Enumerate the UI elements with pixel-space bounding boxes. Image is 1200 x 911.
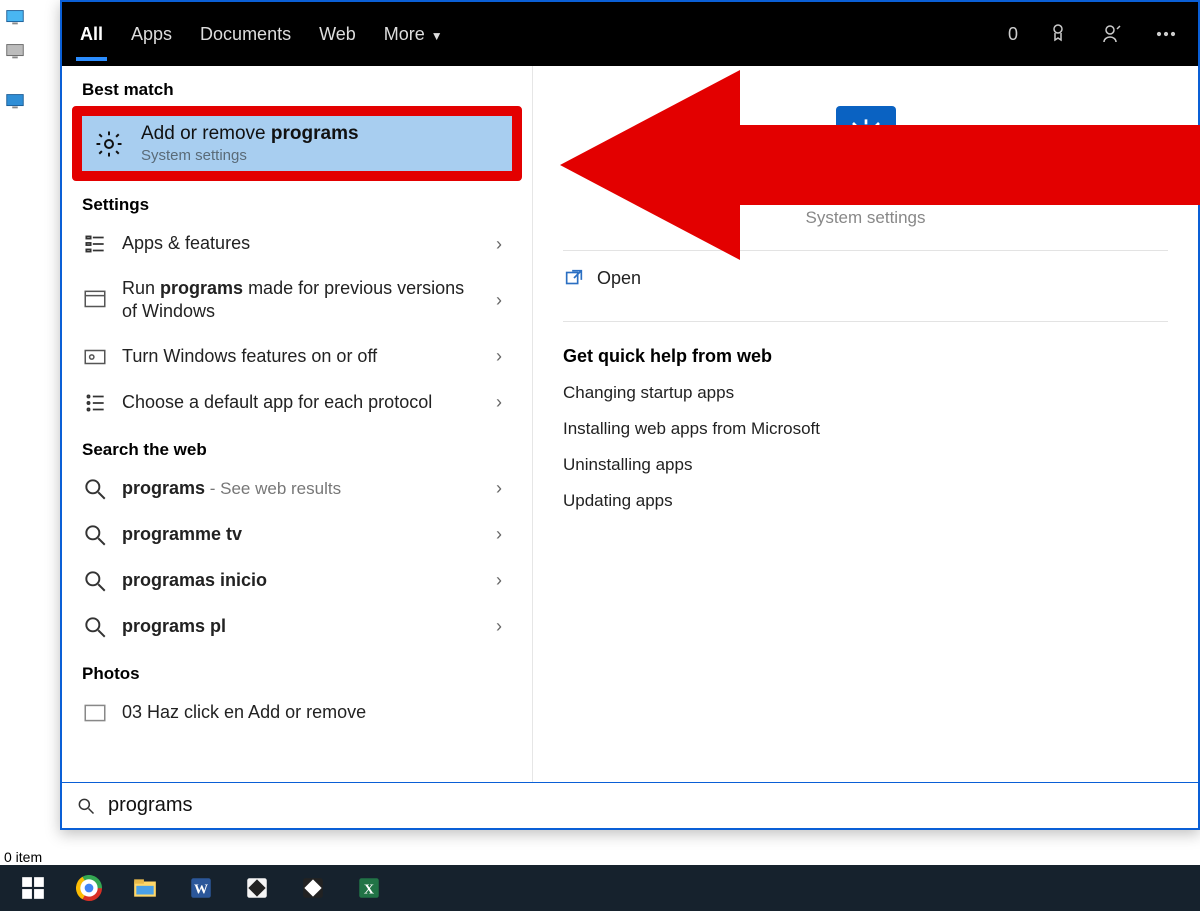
rewards-count: 0 — [1008, 24, 1018, 45]
taskbar-file-explorer[interactable] — [118, 865, 172, 911]
search-tabs-bar: All Apps Documents Web More ▼ 0 — [62, 2, 1198, 66]
search-icon — [82, 614, 108, 640]
tab-documents[interactable]: Documents — [200, 20, 291, 49]
preview-subtitle: System settings — [563, 208, 1168, 228]
window-icon — [82, 287, 108, 313]
taskbar: W X — [0, 865, 1200, 911]
preview-title: Add or remove programs — [563, 178, 1168, 206]
features-icon — [82, 344, 108, 370]
help-link[interactable]: Updating apps — [563, 483, 1168, 519]
settings-result-default-protocol[interactable]: Choose a default app for each protocol › — [62, 380, 532, 426]
taskbar-unity-hub[interactable] — [230, 865, 284, 911]
chevron-right-icon: › — [486, 290, 512, 311]
best-match-result[interactable]: Add or remove programs System settings — [78, 112, 516, 175]
chevron-right-icon: › — [486, 234, 512, 255]
start-button[interactable] — [6, 865, 60, 911]
tab-apps[interactable]: Apps — [131, 20, 172, 49]
result-label: programs - See web results — [122, 477, 472, 500]
rewards-icon[interactable] — [1044, 20, 1072, 48]
image-icon — [82, 700, 108, 726]
open-label: Open — [597, 268, 641, 289]
help-header: Get quick help from web — [563, 346, 1168, 367]
help-link[interactable]: Uninstalling apps — [563, 447, 1168, 483]
taskbar-word[interactable]: W — [174, 865, 228, 911]
result-label: 03 Haz click en Add or remove — [122, 701, 512, 724]
settings-result-compat-programs[interactable]: Run programs made for previous versions … — [62, 267, 532, 334]
search-icon — [82, 522, 108, 548]
result-label: Choose a default app for each protocol — [122, 391, 472, 414]
gear-icon — [91, 129, 127, 159]
search-input[interactable] — [106, 793, 1184, 818]
search-icon — [82, 476, 108, 502]
settings-result-windows-features[interactable]: Turn Windows features on or off › — [62, 334, 532, 380]
chevron-right-icon: › — [486, 524, 512, 545]
list-icon — [82, 231, 108, 257]
desktop-icon[interactable] — [4, 40, 60, 62]
web-result[interactable]: programs pl › — [62, 604, 532, 650]
divider — [563, 321, 1168, 322]
result-label: Apps & features — [122, 232, 472, 255]
taskbar-unity[interactable] — [286, 865, 340, 911]
result-label: Turn Windows features on or off — [122, 345, 472, 368]
tab-more-label: More — [384, 24, 425, 44]
taskbar-chrome[interactable] — [62, 865, 116, 911]
chevron-right-icon: › — [486, 346, 512, 367]
desktop-behind — [0, 0, 60, 865]
feedback-icon[interactable] — [1098, 20, 1126, 48]
help-link[interactable]: Installing web apps from Microsoft — [563, 411, 1168, 447]
result-preview-panel: Add or remove programs System settings O… — [532, 66, 1198, 782]
divider — [563, 250, 1168, 251]
result-label: programme tv — [122, 523, 472, 546]
svg-text:X: X — [364, 881, 374, 897]
web-result[interactable]: programs - See web results › — [62, 466, 532, 512]
windows-search-panel: All Apps Documents Web More ▼ 0 Best matc… — [60, 0, 1200, 830]
desktop-icon[interactable] — [4, 90, 60, 112]
best-match-subtitle: System settings — [141, 147, 359, 164]
help-link[interactable]: Changing startup apps — [563, 375, 1168, 411]
group-header-web: Search the web — [62, 426, 532, 466]
photo-result[interactable]: 03 Haz click en Add or remove — [62, 690, 532, 736]
gear-icon — [836, 106, 896, 166]
taskbar-excel[interactable]: X — [342, 865, 396, 911]
web-result[interactable]: programas inicio › — [62, 558, 532, 604]
group-header-settings: Settings — [62, 181, 532, 221]
chevron-down-icon: ▼ — [431, 29, 443, 43]
tab-web[interactable]: Web — [319, 20, 356, 49]
svg-text:W: W — [194, 881, 208, 897]
desktop-icon[interactable] — [4, 6, 60, 28]
search-icon — [82, 568, 108, 594]
tab-more[interactable]: More ▼ — [384, 20, 443, 49]
result-label: programs pl — [122, 615, 472, 638]
chevron-right-icon: › — [486, 616, 512, 637]
web-result[interactable]: programme tv › — [62, 512, 532, 558]
chevron-right-icon: › — [486, 570, 512, 591]
chevron-right-icon: › — [486, 478, 512, 499]
chevron-right-icon: › — [486, 392, 512, 413]
search-results-column: Best match Add or remove programs — [62, 66, 532, 782]
tab-all[interactable]: All — [80, 20, 103, 49]
best-match-title: Add or remove programs — [141, 123, 359, 145]
list-icon — [82, 390, 108, 416]
result-label: Run programs made for previous versions … — [122, 277, 472, 324]
result-label: programas inicio — [122, 569, 472, 592]
settings-result-apps-features[interactable]: Apps & features › — [62, 221, 532, 267]
explorer-status: 0 item — [0, 849, 42, 865]
group-header-best-match: Best match — [62, 66, 532, 106]
open-action[interactable]: Open — [563, 257, 1168, 299]
search-input-row — [62, 782, 1198, 828]
more-options-icon[interactable] — [1152, 20, 1180, 48]
search-icon — [76, 796, 96, 816]
top-right-controls: 0 — [1008, 20, 1180, 48]
group-header-photos: Photos — [62, 650, 532, 690]
